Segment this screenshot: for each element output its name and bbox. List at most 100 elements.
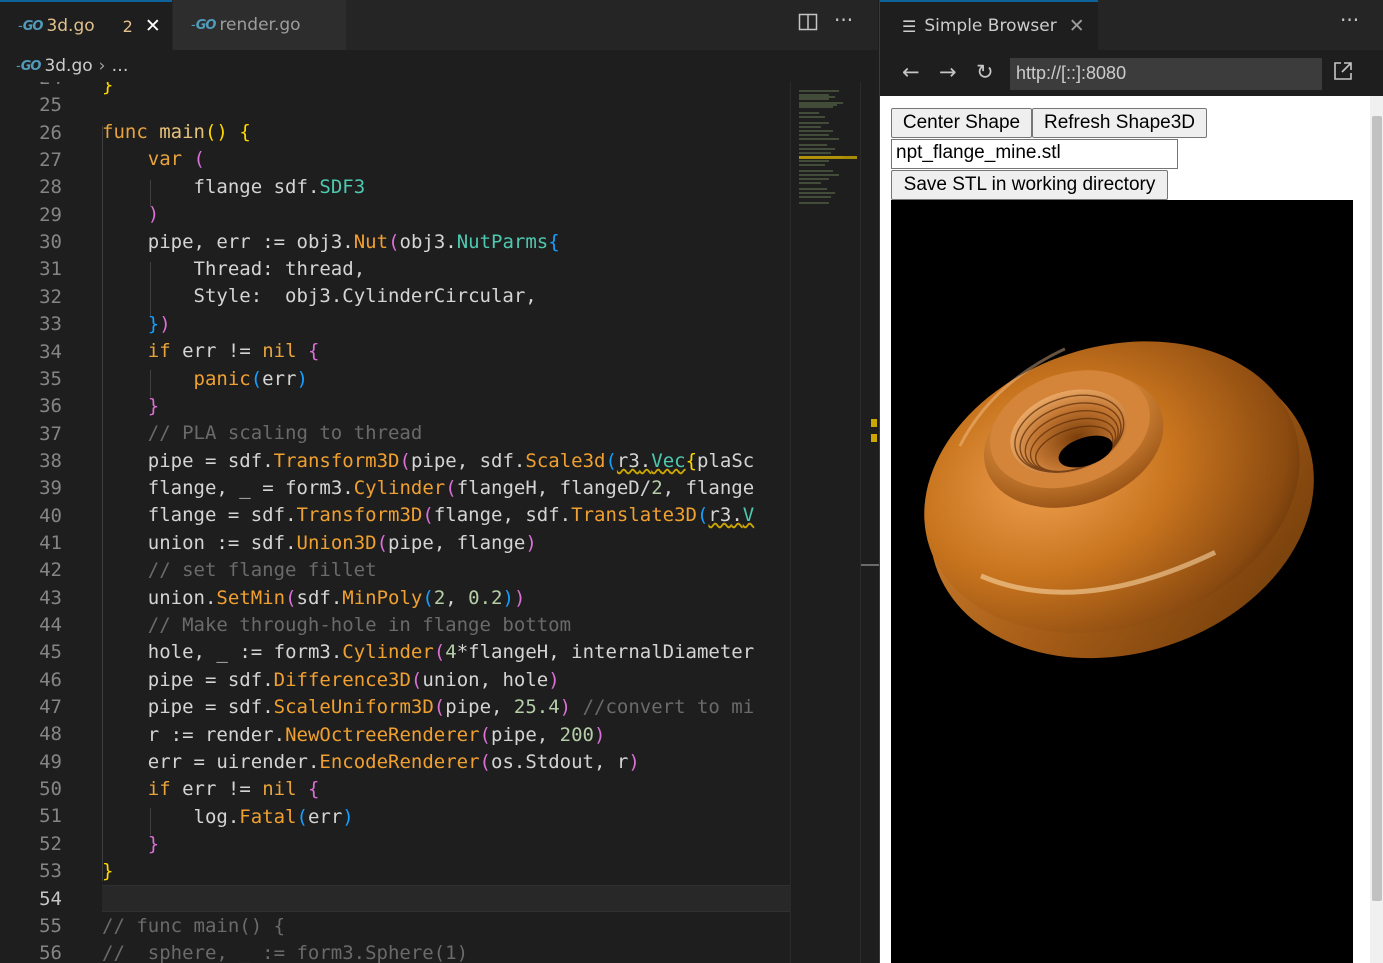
minimap-line	[799, 98, 829, 100]
minimap-line	[799, 174, 839, 176]
browser-page: Center Shape Refresh Shape3D npt_flange_…	[880, 96, 1370, 963]
minimap-line	[799, 112, 819, 114]
line-number: 48	[39, 723, 62, 746]
code-area[interactable]: } func main() { var ( flange sdf.SDF3 ) …	[102, 82, 790, 963]
editor-tab-bar: GO 3d.go 2 ✕ GO render.go ···	[0, 0, 878, 50]
line-number: 55	[39, 914, 62, 937]
reload-icon[interactable]: ↻	[976, 60, 994, 84]
breadcrumb-file[interactable]: 3d.go	[44, 56, 92, 76]
code-line: func main() {	[102, 121, 251, 143]
code-line: }	[102, 860, 114, 882]
code-line: if err != nil {	[147, 340, 320, 362]
preview-icon: ☰	[902, 16, 917, 36]
editor-scrollbar[interactable]	[860, 82, 879, 963]
code-line: )	[147, 203, 160, 225]
tab-label: 3d.go	[46, 16, 95, 36]
breadcrumb: GO 3d.go › …	[0, 50, 878, 82]
code-line: pipe = sdf.Difference3D(union, hole)	[147, 669, 560, 691]
open-external-icon[interactable]	[1332, 60, 1354, 87]
minimap-line	[799, 164, 825, 166]
warning-marker	[871, 434, 877, 442]
close-icon[interactable]: ✕	[1069, 15, 1085, 37]
browser-scrollbar[interactable]	[1370, 96, 1383, 963]
code-line: pipe, err := obj3.Nut(obj3.NutParms{	[147, 231, 560, 253]
go-file-icon: GO	[18, 19, 44, 34]
more-actions-icon[interactable]: ···	[1340, 8, 1359, 32]
code-line: flange = sdf.Transform3D(flange, sdf.Tra…	[147, 504, 755, 526]
tab-simple-browser[interactable]: ☰ Simple Browser ✕	[880, 0, 1098, 50]
line-number: 27	[39, 149, 62, 172]
browser-toolbar: ← → ↻ http://[::]:8080	[880, 50, 1383, 96]
minimap-line	[799, 138, 839, 140]
minimap-line	[799, 148, 835, 150]
code-line: // PLA scaling to thread	[147, 422, 423, 444]
line-number: 39	[39, 477, 62, 500]
minimap-line	[799, 196, 831, 198]
code-line: flange, _ = form3.Cylinder(flangeH, flan…	[147, 477, 755, 499]
line-number: 34	[39, 340, 62, 363]
minimap-line	[799, 182, 821, 184]
code-line: r := render.NewOctreeRenderer(pipe, 200)	[147, 724, 606, 746]
line-number: 25	[39, 94, 62, 117]
line-number-gutter: 24 25 26 27 28 29 30 31 32 33 34 35 36 37 38 39 40 41 42 43…	[0, 82, 100, 963]
back-arrow-icon[interactable]: ←	[902, 60, 920, 84]
code-line: }	[102, 82, 114, 96]
flange-shape	[924, 341, 1314, 659]
url-input[interactable]: http://[::]:8080	[1010, 58, 1322, 90]
problems-badge: 2	[122, 16, 133, 36]
line-number: 47	[39, 696, 62, 719]
center-shape-button[interactable]: Center Shape	[891, 108, 1032, 138]
line-number: 44	[39, 614, 62, 636]
more-actions-icon[interactable]: ···	[834, 8, 853, 32]
minimap-line	[799, 202, 829, 204]
go-file-icon: GO	[16, 59, 42, 74]
minimap-line	[799, 116, 825, 118]
line-number: 35	[39, 367, 62, 390]
close-icon[interactable]: ✕	[145, 15, 161, 37]
line-number: 40	[39, 504, 62, 527]
breadcrumb-symbols[interactable]: …	[111, 56, 128, 76]
simple-browser-pane: ☰ Simple Browser ✕ ··· ← → ↻ http://[::]…	[879, 0, 1383, 963]
code-line: union.SetMin(sdf.MinPoly(2, 0.2))	[147, 587, 526, 609]
minimap[interactable]	[790, 82, 860, 963]
minimap-line	[799, 178, 829, 180]
refresh-shape-button[interactable]: Refresh Shape3D	[1032, 108, 1207, 138]
tab-3d-go[interactable]: GO 3d.go 2 ✕	[0, 0, 172, 50]
minimap-line	[799, 106, 833, 108]
minimap-line	[799, 144, 827, 146]
line-number: 50	[39, 778, 62, 801]
line-number: 26	[39, 121, 62, 144]
line-number: 49	[39, 750, 62, 773]
line-number: 56	[39, 942, 62, 963]
code-line: panic(err)	[193, 368, 308, 390]
code-line: Thread: thread,	[193, 258, 366, 280]
code-line: // Make through-hole in flange bottom	[147, 614, 572, 636]
forward-arrow-icon[interactable]: →	[939, 60, 957, 84]
tab-label: Simple Browser	[924, 16, 1057, 36]
code-line: if err != nil {	[147, 778, 320, 800]
filename-input[interactable]: npt_flange_mine.stl	[891, 139, 1178, 169]
tab-label: render.go	[219, 15, 301, 35]
split-editor-icon[interactable]	[798, 12, 818, 37]
tab-render-go[interactable]: GO render.go	[173, 0, 346, 50]
minimap-line	[799, 126, 821, 128]
minimap-line	[799, 130, 833, 132]
code-line: })	[147, 313, 171, 335]
minimap-line	[799, 160, 829, 162]
scrollbar-thumb[interactable]	[1372, 116, 1382, 901]
line-number: 52	[39, 832, 62, 855]
chevron-right-icon: ›	[98, 56, 106, 76]
code-line: flange sdf.SDF3	[193, 176, 366, 198]
line-number: 32	[39, 285, 62, 308]
line-number: 43	[39, 586, 62, 609]
save-stl-button[interactable]: Save STL in working directory	[891, 170, 1168, 200]
code-line: // func main() {	[102, 915, 286, 937]
line-number: 31	[39, 258, 62, 281]
line-number: 29	[39, 203, 62, 226]
3d-viewport[interactable]	[891, 200, 1353, 963]
line-number: 30	[39, 231, 62, 254]
code-line: union := sdf.Union3D(pipe, flange)	[147, 532, 537, 554]
line-number: 41	[39, 531, 62, 554]
line-number: 37	[39, 422, 62, 445]
code-line: pipe = sdf.Transform3D(pipe, sdf.Scale3d…	[147, 450, 755, 472]
